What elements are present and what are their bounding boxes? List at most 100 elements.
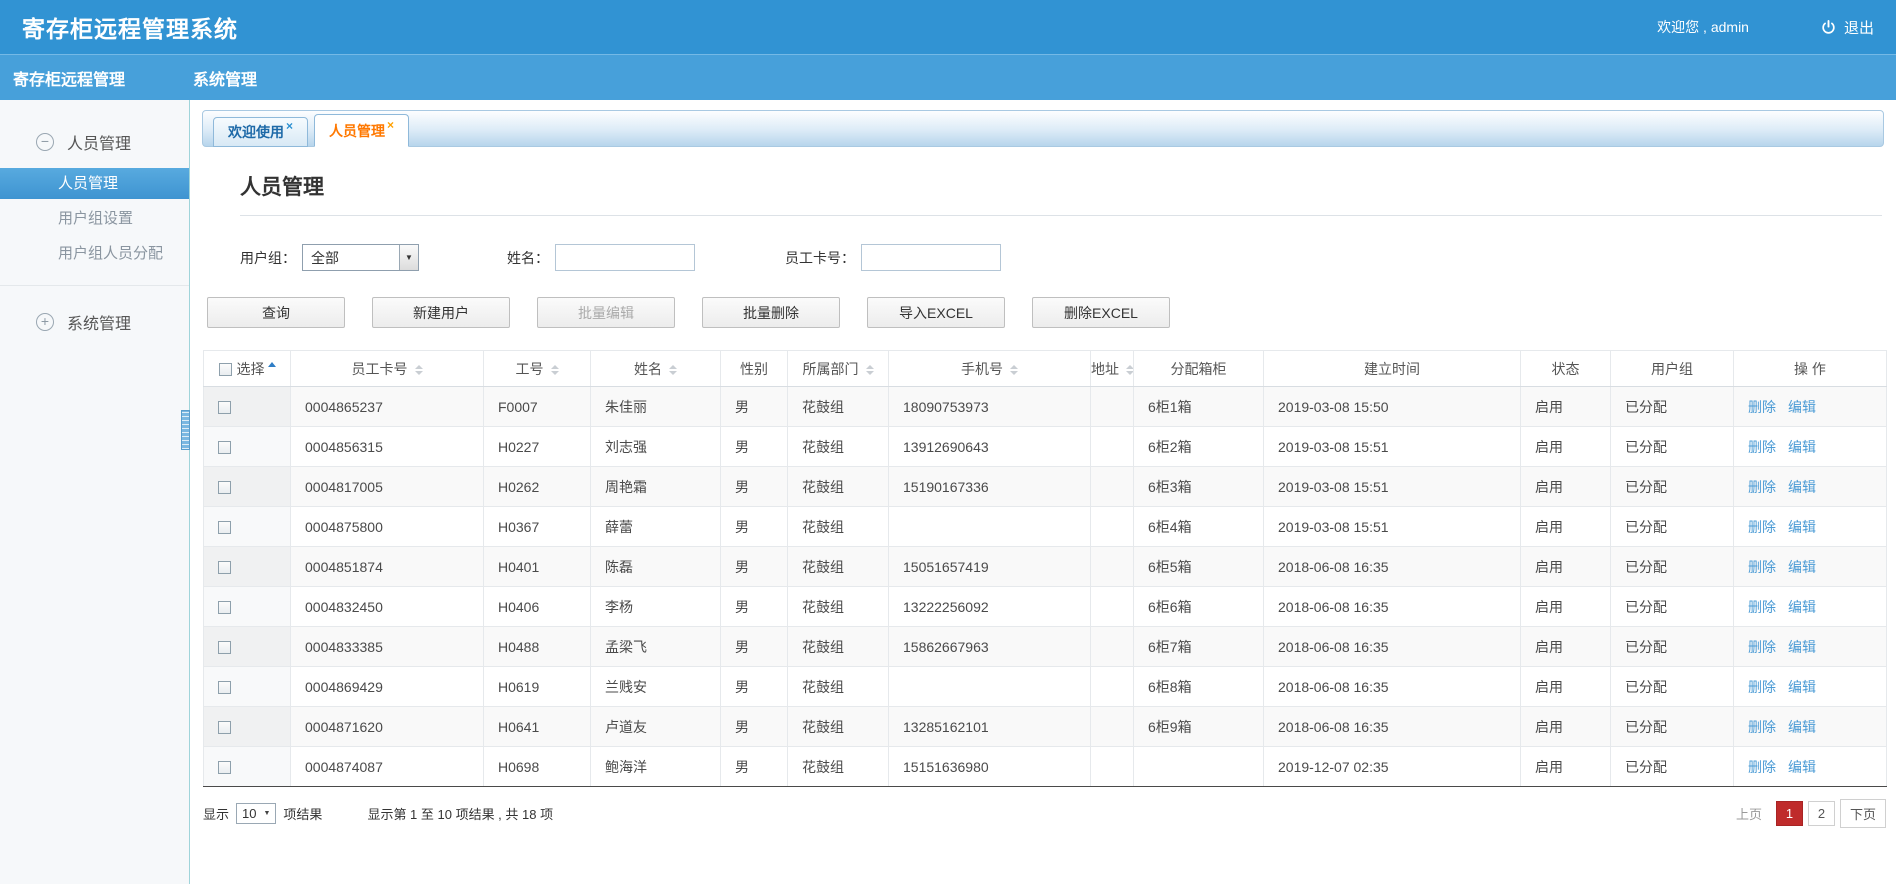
delete-link[interactable]: 删除 <box>1748 479 1776 495</box>
page-button-2[interactable]: 2 <box>1808 801 1835 826</box>
row-checkbox[interactable] <box>218 481 231 494</box>
delete-link[interactable]: 删除 <box>1748 559 1776 575</box>
cell-group: 已分配 <box>1611 547 1734 587</box>
row-checkbox[interactable] <box>218 761 231 774</box>
cell-status: 启用 <box>1521 467 1611 507</box>
row-checkbox[interactable] <box>218 681 231 694</box>
edit-link[interactable]: 编辑 <box>1788 399 1816 415</box>
nav-item-1[interactable]: 寄存柜远程管理 <box>13 66 125 90</box>
column-header-phone[interactable]: 手机号 <box>889 351 1091 387</box>
cell-gender: 男 <box>721 707 788 747</box>
close-icon[interactable]: × <box>286 119 293 133</box>
sidebar-collapse-handle[interactable] <box>181 410 190 450</box>
cell-empno: H0488 <box>484 627 591 667</box>
cell-phone: 18090753973 <box>889 387 1091 427</box>
cell-select <box>204 587 291 627</box>
cell-locker: 6柜8箱 <box>1134 667 1264 707</box>
cell-actions: 删除编辑 <box>1734 547 1887 587</box>
group-select[interactable]: 全部 ▼ <box>302 244 419 271</box>
nav-item-2[interactable]: 系统管理 <box>193 66 257 90</box>
edit-link[interactable]: 编辑 <box>1788 519 1816 535</box>
row-checkbox[interactable] <box>218 401 231 414</box>
cell-locker: 6柜6箱 <box>1134 587 1264 627</box>
row-checkbox[interactable] <box>218 601 231 614</box>
edit-link[interactable]: 编辑 <box>1788 599 1816 615</box>
sidebar-item-1-3[interactable]: 用户组人员分配 <box>0 238 189 269</box>
column-header-empno[interactable]: 工号 <box>484 351 591 387</box>
edit-link[interactable]: 编辑 <box>1788 439 1816 455</box>
cell-card: 0004869429 <box>291 667 484 707</box>
cell-card: 0004871620 <box>291 707 484 747</box>
page-button-1[interactable]: 1 <box>1776 801 1803 826</box>
name-filter-label: 姓名： <box>507 248 549 268</box>
cell-gender: 男 <box>721 427 788 467</box>
sidebar-group-2[interactable]: +系统管理 <box>0 304 189 340</box>
cell-created: 2019-12-07 02:35 <box>1264 747 1521 787</box>
sidebar-group-1[interactable]: −人员管理 <box>0 124 189 160</box>
column-header-address[interactable]: 地址 <box>1091 351 1134 387</box>
title-divider <box>240 215 1882 216</box>
toolbar-button-1[interactable]: 查询 <box>207 297 345 328</box>
column-label: 选择 <box>237 361 265 377</box>
row-checkbox[interactable] <box>218 641 231 654</box>
sort-down-arrow <box>669 371 677 375</box>
topbar: 寄存柜远程管理系统 欢迎您 , admin 退出 <box>0 0 1896 54</box>
sort-up-arrow <box>1126 365 1134 369</box>
sidebar: −人员管理人员管理用户组设置用户组人员分配 +系统管理 <box>0 100 190 884</box>
cell-address <box>1091 467 1134 507</box>
column-label: 姓名 <box>634 361 662 377</box>
row-checkbox[interactable] <box>218 521 231 534</box>
page-size-prefix-label: 显示 <box>203 804 229 823</box>
delete-link[interactable]: 删除 <box>1748 719 1776 735</box>
close-icon[interactable]: × <box>387 118 394 132</box>
edit-link[interactable]: 编辑 <box>1788 479 1816 495</box>
sidebar-item-1-2[interactable]: 用户组设置 <box>0 203 189 234</box>
sidebar-item-1-1[interactable]: 人员管理 <box>0 168 189 199</box>
row-checkbox[interactable] <box>218 561 231 574</box>
tab-2[interactable]: 人员管理× <box>314 114 409 147</box>
tab-1[interactable]: 欢迎使用× <box>213 117 308 147</box>
toolbar-button-5[interactable]: 导入EXCEL <box>867 297 1005 328</box>
logout-label: 退出 <box>1844 17 1874 38</box>
toolbar-button-4[interactable]: 批量删除 <box>702 297 840 328</box>
select-all-checkbox[interactable] <box>219 363 232 376</box>
delete-link[interactable]: 删除 <box>1748 399 1776 415</box>
column-header-card[interactable]: 员工卡号 <box>291 351 484 387</box>
row-checkbox[interactable] <box>218 721 231 734</box>
row-checkbox[interactable] <box>218 441 231 454</box>
next-page-button[interactable]: 下页 <box>1840 799 1886 828</box>
edit-link[interactable]: 编辑 <box>1788 679 1816 695</box>
delete-link[interactable]: 删除 <box>1748 599 1776 615</box>
edit-link[interactable]: 编辑 <box>1788 559 1816 575</box>
topbar-right: 欢迎您 , admin 退出 <box>1657 17 1874 38</box>
cell-name: 李杨 <box>591 587 721 627</box>
toolbar-button-6[interactable]: 删除EXCEL <box>1032 297 1170 328</box>
cell-group: 已分配 <box>1611 587 1734 627</box>
cell-name: 孟梁飞 <box>591 627 721 667</box>
prev-page-button[interactable]: 上页 <box>1736 804 1762 823</box>
cell-phone: 15051657419 <box>889 547 1091 587</box>
column-header-name[interactable]: 姓名 <box>591 351 721 387</box>
column-label: 操 作 <box>1794 361 1826 377</box>
logout-button[interactable]: 退出 <box>1821 17 1874 38</box>
table-footer: 显示 10 ▼ 项结果 显示第 1 至 10 项结果 , 共 18 项 上页 1… <box>203 787 1886 828</box>
page-size-select[interactable]: 10 ▼ <box>236 803 276 824</box>
sort-down-arrow <box>1126 371 1134 375</box>
edit-link[interactable]: 编辑 <box>1788 639 1816 655</box>
delete-link[interactable]: 删除 <box>1748 679 1776 695</box>
column-header-group: 用户组 <box>1611 351 1734 387</box>
column-header-dept[interactable]: 所属部门 <box>788 351 889 387</box>
sort-asc-icon <box>268 362 276 367</box>
delete-link[interactable]: 删除 <box>1748 519 1776 535</box>
name-input[interactable] <box>555 244 695 271</box>
column-header-select[interactable]: 选择 <box>204 351 291 387</box>
card-input[interactable] <box>861 244 1001 271</box>
toolbar-button-2[interactable]: 新建用户 <box>372 297 510 328</box>
delete-link[interactable]: 删除 <box>1748 639 1776 655</box>
edit-link[interactable]: 编辑 <box>1788 719 1816 735</box>
edit-link[interactable]: 编辑 <box>1788 759 1816 775</box>
delete-link[interactable]: 删除 <box>1748 759 1776 775</box>
delete-link[interactable]: 删除 <box>1748 439 1776 455</box>
cell-created: 2019-03-08 15:51 <box>1264 427 1521 467</box>
cell-actions: 删除编辑 <box>1734 627 1887 667</box>
